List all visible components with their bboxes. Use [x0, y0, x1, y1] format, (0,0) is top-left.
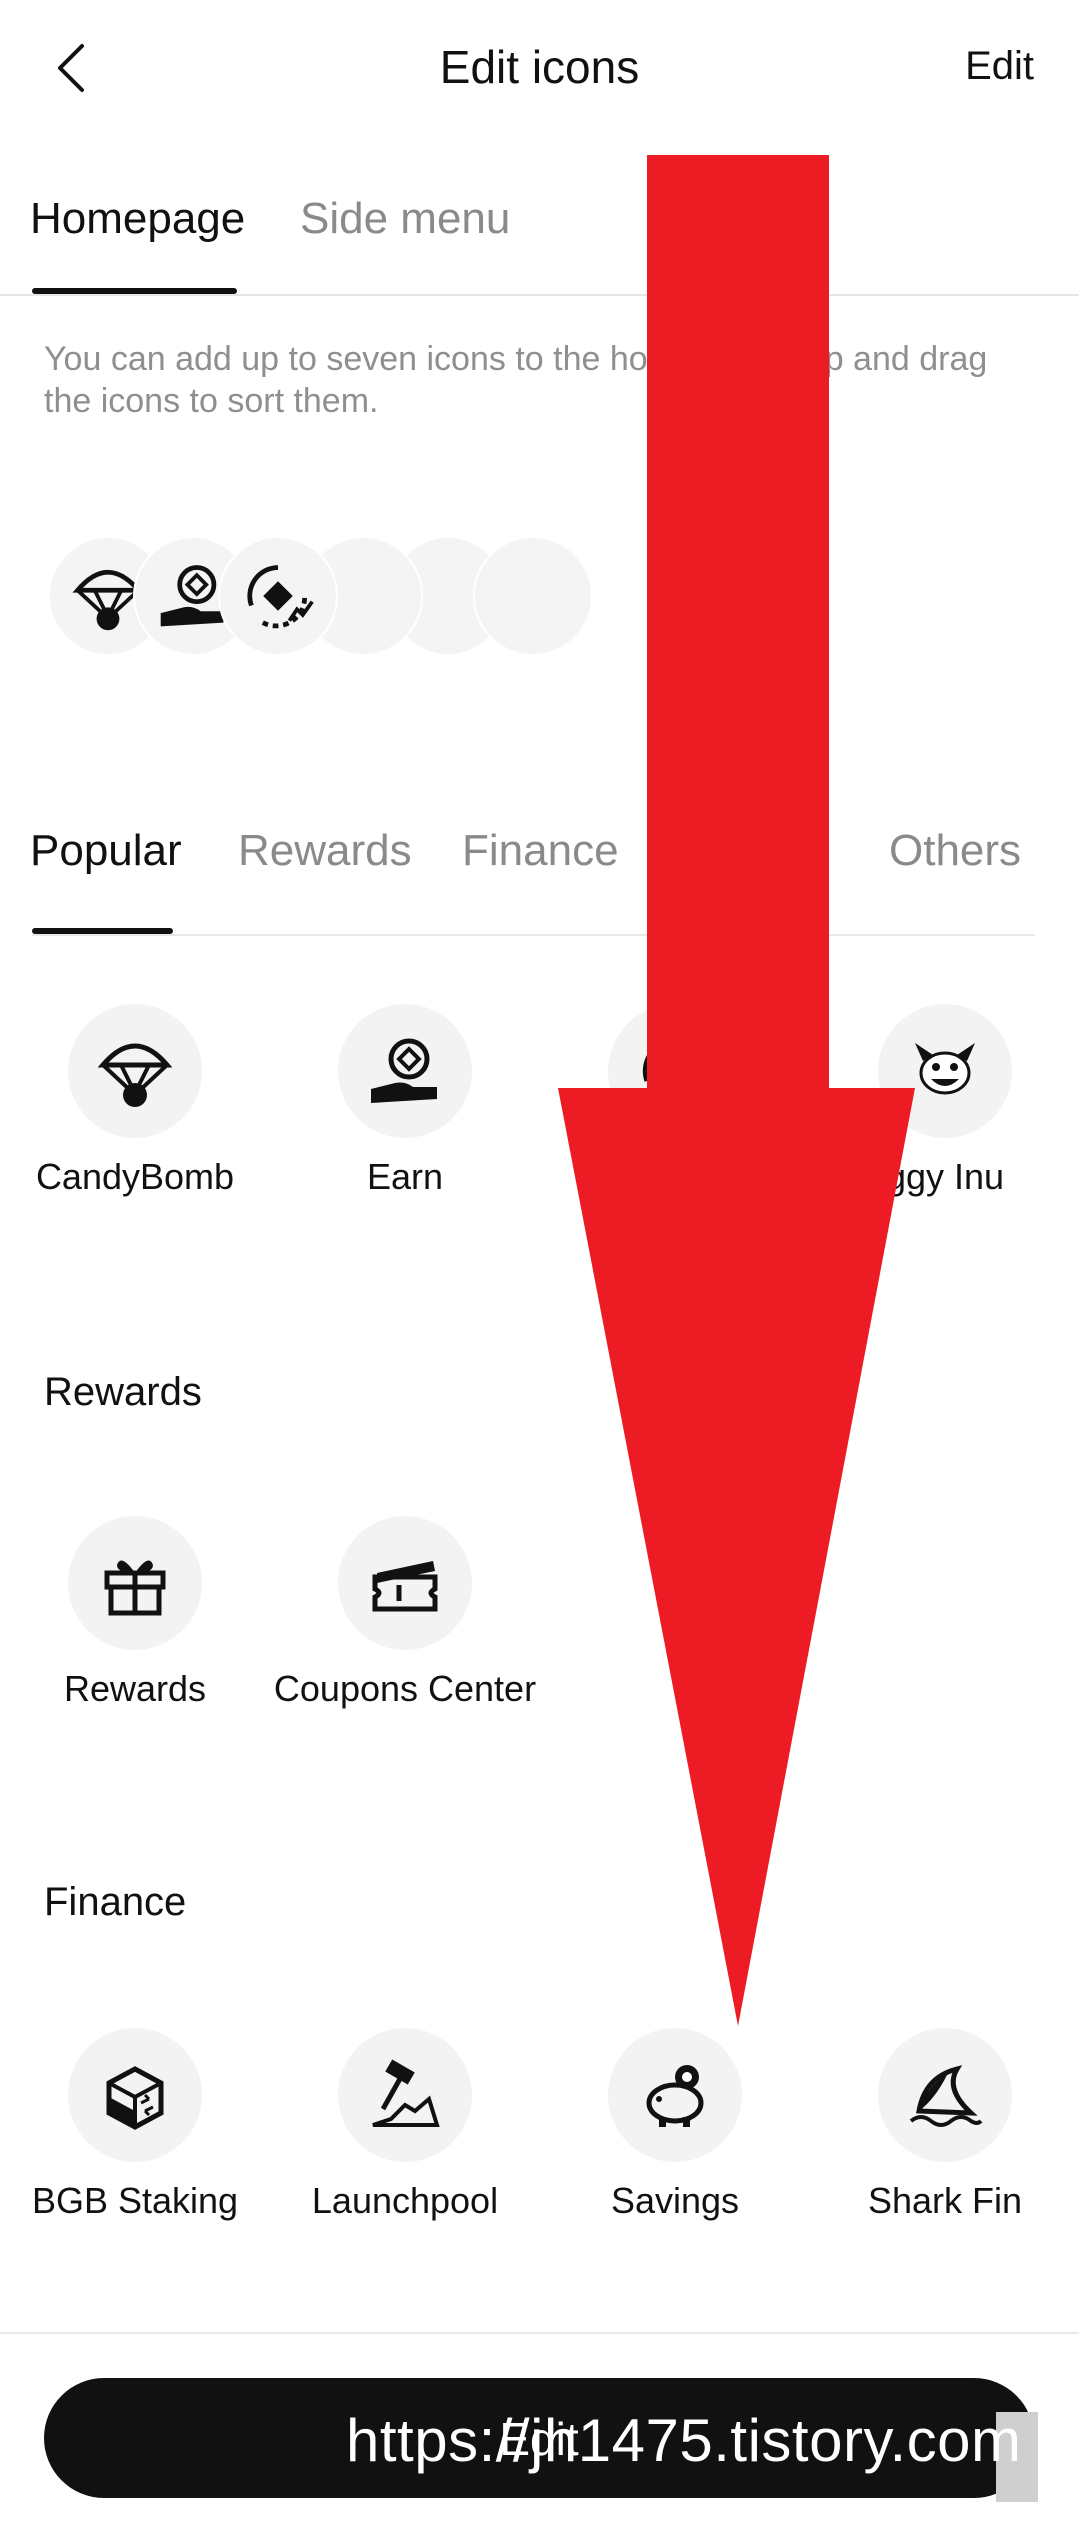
- icon-tile: [608, 2028, 742, 2162]
- grid-item-bgb-staking[interactable]: BGB Staking: [0, 2028, 270, 2248]
- grid-item-label: Earn: [366, 1156, 444, 1197]
- icon-tile: [878, 2028, 1012, 2162]
- grid-item-doggy-inu[interactable]: ggy Inu: [810, 1004, 1079, 1224]
- parachute-icon: [97, 1043, 173, 1107]
- page-title: Edit icons: [439, 41, 640, 93]
- grid-item-label: BGB Staking: [31, 2180, 239, 2221]
- watermark-text: https://jh1475.tistory.com: [346, 2407, 1022, 2474]
- selected-icon-slots: [48, 536, 748, 660]
- hint-text: You can add up to seven icons to the hom…: [44, 340, 988, 420]
- icon-tile: [68, 1004, 202, 1138]
- grid-item-candybomb[interactable]: CandyBomb: [0, 1004, 270, 1224]
- grid-item-label: Rewards: [63, 1668, 207, 1709]
- earn-icon: [371, 1038, 437, 1103]
- tab-rewards[interactable]: Rewards: [238, 826, 412, 876]
- empty-slot[interactable]: [473, 536, 593, 656]
- staking-icon: [106, 2066, 164, 2130]
- tab-popular[interactable]: Popular: [30, 826, 182, 876]
- grid-item-shark-fin[interactable]: Shark Fin: [810, 2028, 1079, 2248]
- tab-side-menu[interactable]: Side menu: [300, 194, 510, 244]
- selected-slot-swap[interactable]: [218, 536, 338, 656]
- icon-tile: [68, 2028, 202, 2162]
- tab-homepage[interactable]: Homepage: [30, 194, 245, 244]
- icon-tile: [608, 1004, 742, 1138]
- category-tabs: Popular Rewards Finance Others: [0, 800, 1079, 936]
- grid-item-label: Launchpool: [311, 2180, 499, 2221]
- top-tabs: Homepage Side menu: [0, 180, 1079, 296]
- grid-item-label: Coupons Center: [273, 1668, 537, 1709]
- shark-fin-icon: [909, 2065, 983, 2127]
- grid-item-label: CandyBomb: [35, 1156, 235, 1197]
- launchpool-icon: [372, 2059, 440, 2127]
- grid-item-label: Savings: [610, 2180, 740, 2221]
- grid-item-savings[interactable]: Savings: [540, 2028, 810, 2248]
- icon-tile: [338, 2028, 472, 2162]
- grid-item-earn[interactable]: Earn: [270, 1004, 540, 1224]
- grid-item-hidden[interactable]: [540, 1004, 810, 1224]
- tab-others[interactable]: Others: [889, 826, 1021, 876]
- coupon-icon: [372, 1561, 438, 1612]
- icon-tile: [878, 1004, 1012, 1138]
- grid-item-label: Shark Fin: [867, 2180, 1023, 2221]
- piggy-bank-icon: [646, 2065, 704, 2127]
- section-title-finance: Finance: [44, 1880, 187, 1924]
- grid-item-label: ggy Inu: [885, 1156, 1005, 1197]
- grid-item-launchpool[interactable]: Launchpool: [270, 2028, 540, 2248]
- crypto-swap-icon: [642, 1038, 691, 1087]
- divider: [0, 2332, 1079, 2334]
- edit-button[interactable]: Edit: [965, 44, 1034, 89]
- icon-tile: [338, 1516, 472, 1650]
- active-tab-indicator: [32, 288, 237, 294]
- grid-item-coupons-center[interactable]: Coupons Center: [270, 1516, 540, 1736]
- section-title-rewards: Rewards: [44, 1370, 202, 1414]
- tab-finance[interactable]: Finance: [462, 826, 619, 876]
- doggy-inu-icon: [915, 1043, 975, 1095]
- gift-icon: [104, 1560, 166, 1616]
- active-tab-indicator: [32, 928, 173, 934]
- icon-tile: [338, 1004, 472, 1138]
- grid-item-rewards[interactable]: Rewards: [0, 1516, 270, 1736]
- header: Edit icons Edit: [0, 0, 1079, 140]
- divider: [32, 934, 1035, 936]
- crypto-swap-icon: [247, 565, 314, 629]
- icon-tile: [68, 1516, 202, 1650]
